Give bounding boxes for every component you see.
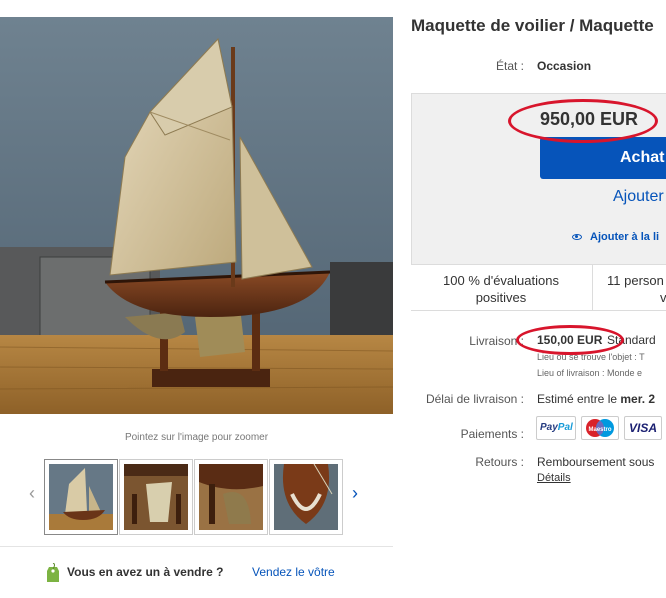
zoom-hint: Pointez sur l'image pour zoomer bbox=[124, 432, 269, 443]
feedback-stat: 100 % d'évaluations positives bbox=[431, 272, 571, 306]
add-to-watchlist-link[interactable]: Ajouter à la li bbox=[572, 231, 659, 243]
chevron-right-icon[interactable]: › bbox=[348, 483, 362, 504]
condition-label: État : bbox=[495, 59, 524, 73]
listing-title: Maquette de voilier / Maquette bbox=[411, 16, 654, 35]
watchers-line-2: v bbox=[660, 290, 666, 305]
delivery-prefix: Estimé entre le bbox=[537, 392, 618, 406]
sell-question: Vous en avez un à vendre ? bbox=[67, 565, 224, 579]
delivery-location: Lieu of livraison : Monde e bbox=[537, 368, 643, 378]
maestro-word: Maestro bbox=[588, 427, 611, 433]
shipping-service: Standard bbox=[607, 333, 656, 347]
paypal-word-a: Pay bbox=[540, 422, 558, 433]
delivery-date: mer. 2 bbox=[620, 392, 656, 406]
condition-value: Occasion bbox=[537, 59, 592, 73]
main-product-photo[interactable] bbox=[0, 17, 393, 414]
thumbnail-1[interactable] bbox=[44, 459, 118, 535]
stat-divider bbox=[592, 265, 593, 310]
maestro-logo: Maestro bbox=[581, 416, 619, 440]
watch-label: Ajouter à la li bbox=[590, 231, 660, 243]
shipping-label: Livraison : bbox=[469, 334, 524, 348]
watchers-stat: 11 person v bbox=[607, 272, 666, 306]
thumbnail-3[interactable] bbox=[194, 459, 268, 535]
delivery-label: Délai de livraison : bbox=[425, 392, 524, 406]
shipping-price: 150,00 EUR bbox=[537, 333, 603, 347]
delivery-value: Estimé entre le mer. 2 bbox=[537, 392, 655, 406]
payments-label: Paiements : bbox=[460, 427, 524, 441]
item-price: 950,00 EUR bbox=[540, 109, 639, 129]
returns-label: Retours : bbox=[475, 455, 524, 469]
price-tag-icon bbox=[46, 562, 60, 588]
seller-stats: 100 % d'évaluations positives 11 person … bbox=[411, 264, 666, 311]
add-to-cart-link[interactable]: Ajouter bbox=[613, 188, 664, 206]
paypal-word-b: Pal bbox=[557, 422, 573, 433]
returns-details-link[interactable]: Détails bbox=[537, 472, 571, 484]
eye-icon bbox=[572, 234, 582, 241]
item-location: Lieu où se trouve l'objet : T bbox=[537, 352, 645, 362]
buy-now-button[interactable]: Achat bbox=[540, 137, 666, 179]
feedback-line-2: positives bbox=[475, 290, 527, 305]
visa-logo: VISA bbox=[624, 416, 662, 440]
thumbnail-2[interactable] bbox=[119, 459, 193, 535]
feedback-line-1: 100 % d'évaluations bbox=[443, 273, 559, 288]
watchers-line-1: 11 person bbox=[607, 273, 664, 288]
paypal-logo: PayPal bbox=[536, 416, 576, 440]
sell-yours-bar: Vous en avez un à vendre ? Vendez le vôt… bbox=[0, 546, 393, 598]
sell-yours-link[interactable]: Vendez le vôtre bbox=[252, 565, 335, 579]
chevron-left-icon[interactable]: ‹ bbox=[25, 483, 39, 504]
thumbnail-4[interactable] bbox=[269, 459, 343, 535]
returns-value: Remboursement sous bbox=[537, 455, 655, 469]
